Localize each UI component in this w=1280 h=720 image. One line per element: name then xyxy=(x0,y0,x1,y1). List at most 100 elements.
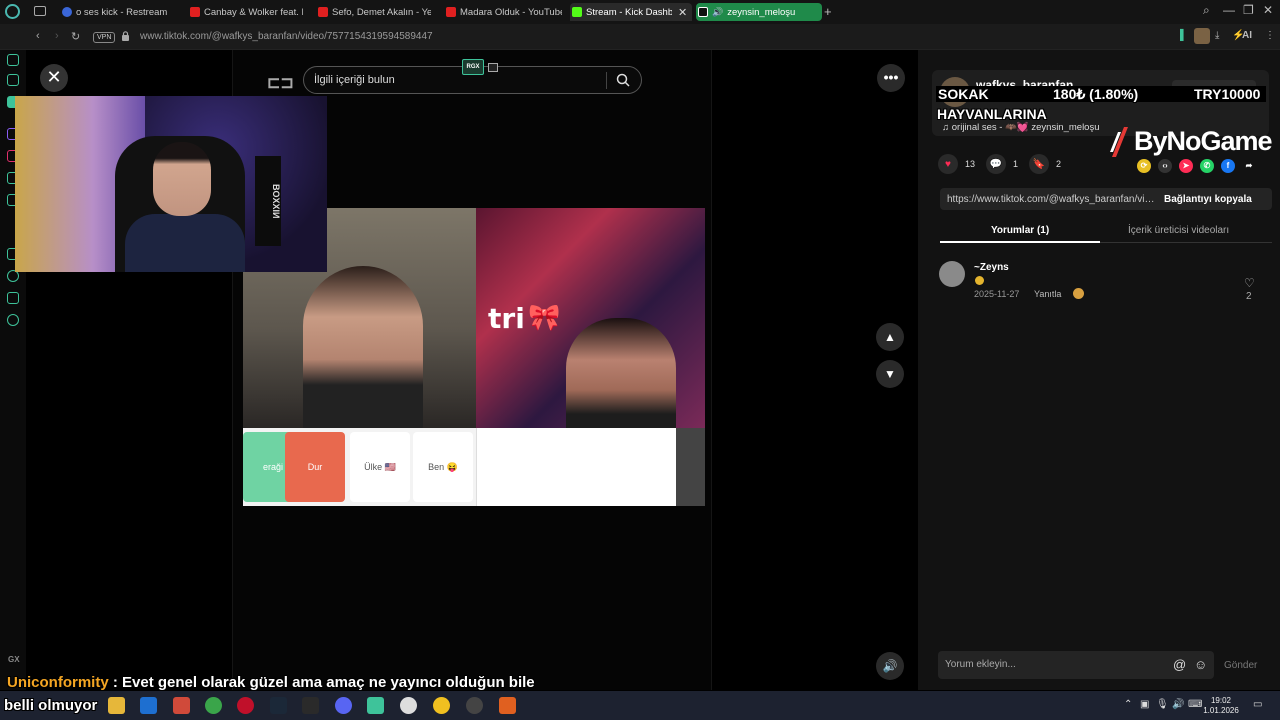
comment-action[interactable]: 💬 1 xyxy=(986,154,1018,174)
forward-icon[interactable]: › xyxy=(55,30,59,42)
app-icon[interactable] xyxy=(367,697,384,714)
donation-line-1-left: SOKAK xyxy=(938,86,989,102)
close-viewer-button[interactable]: ✕ xyxy=(40,64,68,92)
search-icon[interactable] xyxy=(616,73,630,87)
close-window-icon[interactable]: ✕ xyxy=(1263,3,1273,17)
emoji-icon[interactable]: ☺ xyxy=(1194,657,1207,672)
search-input[interactable]: İlgili içeriği bulun xyxy=(314,74,395,86)
tab-madara-olduk[interactable]: Madara Olduk - YouTube xyxy=(444,3,562,21)
send-comment-button[interactable]: Gönder xyxy=(1224,660,1257,671)
donation-line-2: HAYVANLARINA xyxy=(937,106,1047,122)
tab-comments[interactable]: Yorumlar (1) xyxy=(991,225,1049,236)
close-tab-icon[interactable]: ✕ xyxy=(678,6,687,19)
discord-taskbar-icon[interactable] xyxy=(335,697,352,714)
epic-games-icon[interactable] xyxy=(302,697,319,714)
lock-icon[interactable] xyxy=(121,31,130,41)
commenter-avatar[interactable] xyxy=(939,261,965,287)
download-icon[interactable]: ⤓ xyxy=(1215,30,1219,41)
embed-icon[interactable]: ‹› xyxy=(1158,159,1172,173)
tab-kick-dashboard[interactable]: Stream - Kick Dashboa ✕ xyxy=(570,3,692,21)
chat-username: Uniconformity xyxy=(7,674,109,691)
repost-icon[interactable]: ⟳ xyxy=(1137,159,1151,173)
volume-button[interactable]: 🔊 xyxy=(876,652,904,680)
tab-restream[interactable]: o ses kick - Restream xyxy=(60,3,180,21)
chat-text: : Evet genel olarak güzel ama amaç ne ya… xyxy=(112,674,535,691)
comment-heart-icon[interactable]: ♡ xyxy=(1244,276,1255,290)
app-icon[interactable] xyxy=(466,697,483,714)
streamer-body xyxy=(125,214,245,272)
boxing-bag-text: BOXXIИ xyxy=(255,156,281,246)
steam-icon[interactable] xyxy=(270,697,287,714)
new-tab-icon[interactable]: + xyxy=(824,4,832,19)
microphone-icon[interactable]: 🎙 xyxy=(1156,699,1169,710)
opera-logo-icon[interactable] xyxy=(5,4,20,19)
settings-icon[interactable] xyxy=(7,314,19,326)
file-explorer-icon[interactable] xyxy=(108,697,125,714)
notifications-icon[interactable]: ▭ xyxy=(1253,699,1262,710)
volume-tray-icon[interactable]: 🔊 xyxy=(1172,699,1184,710)
video-chip: Dur xyxy=(285,432,345,502)
address-bar: ‹ › ↻ VPN www.tiktok.com/@wafkys_baranfa… xyxy=(0,24,1280,50)
tab-label: Madara Olduk - YouTube xyxy=(460,6,562,18)
share-icon[interactable]: ➦ xyxy=(1242,159,1256,173)
next-video-button[interactable]: ▼ xyxy=(876,360,904,388)
opera-gx-icon[interactable] xyxy=(237,697,254,714)
tray-app-icon[interactable]: ▣ xyxy=(1140,699,1149,710)
sidebar-panel-icon[interactable]: ▌ xyxy=(1180,30,1187,41)
menu-icon[interactable]: ⋮ xyxy=(1265,30,1275,41)
tab-canbay-wolker[interactable]: Canbay & Wolker feat. Hei xyxy=(188,3,303,21)
facebook-icon[interactable]: f xyxy=(1221,159,1235,173)
url-field[interactable]: www.tiktok.com/@wafkys_baranfan/video/75… xyxy=(140,31,433,42)
bookmark-icon[interactable]: 🔖 xyxy=(1029,154,1049,174)
chrome-icon[interactable] xyxy=(205,697,222,714)
previous-video-button[interactable]: ▲ xyxy=(876,323,904,351)
extensions-icon[interactable] xyxy=(7,292,19,304)
ai-sidebar-icon[interactable] xyxy=(7,54,19,66)
video-right-cam: tri 🎀 xyxy=(476,208,705,438)
more-options-button[interactable]: ••• xyxy=(877,64,905,92)
speaker-icon[interactable]: 🔊 xyxy=(712,7,723,18)
pip-icon[interactable] xyxy=(488,63,498,72)
save-action[interactable]: 🔖 2 xyxy=(1029,154,1061,174)
tab-label: o ses kick - Restream xyxy=(76,6,168,18)
system-clock[interactable]: 19:02 1.01.2026 xyxy=(1199,696,1243,716)
comment-icon[interactable]: 💬 xyxy=(986,154,1006,174)
capcut-logo-icon[interactable]: ⊏⊐ xyxy=(267,73,295,93)
workspaces-icon[interactable] xyxy=(34,6,46,16)
reload-icon[interactable]: ↻ xyxy=(71,30,80,43)
search-tabs-icon[interactable]: ⌕ xyxy=(1203,3,1210,18)
gx-logo: GX xyxy=(8,655,20,664)
back-icon[interactable]: ‹ xyxy=(36,30,40,42)
kick-icon xyxy=(572,7,582,17)
copy-link-button[interactable]: Bağlantıyı kopyala xyxy=(1164,194,1252,205)
comment-input-box[interactable]: Yorum ekleyin... @ ☺ xyxy=(938,651,1214,679)
mention-icon[interactable]: @ xyxy=(1173,657,1186,672)
comment-input[interactable]: Yorum ekleyin... xyxy=(945,659,1016,670)
streamer-figure xyxy=(566,318,676,438)
sound-link[interactable]: ♫ orijinal ses - 🦇💓 zeynsin_meloşu xyxy=(942,122,1100,133)
heart-icon[interactable]: ♥ xyxy=(938,154,958,174)
restore-icon[interactable]: ❐ xyxy=(1243,3,1254,17)
rgx-extension-badge[interactable]: RGX xyxy=(462,59,484,75)
vpn-badge[interactable]: VPN xyxy=(93,32,116,43)
minimize-icon[interactable]: — xyxy=(1223,3,1235,17)
speed-dial-icon[interactable] xyxy=(7,74,19,86)
tab-tiktok-zeynsin[interactable]: 🔊 zeynsin_meloşu xyxy=(696,3,822,21)
app-icon[interactable] xyxy=(499,697,516,714)
tab-sefo[interactable]: Sefo, Demet Akalın - Yerin xyxy=(316,3,431,21)
ai-button[interactable]: AI xyxy=(1242,30,1252,41)
like-action[interactable]: ♥ 13 xyxy=(938,154,975,174)
tray-expand-icon[interactable]: ⌃ xyxy=(1124,699,1132,710)
send-to-friends-icon[interactable]: ➤ xyxy=(1179,159,1193,173)
video-link-field[interactable]: https://www.tiktok.com/@wafkys_baranfan/… xyxy=(947,194,1159,205)
whatsapp-icon[interactable]: ✆ xyxy=(1200,159,1214,173)
profile-avatar[interactable] xyxy=(1194,28,1210,44)
app-icon[interactable] xyxy=(433,697,450,714)
commenter-username[interactable]: ~Zeyns xyxy=(974,262,1009,273)
outlook-icon[interactable] xyxy=(140,697,157,714)
browser-tab-bar: o ses kick - Restream Canbay & Wolker fe… xyxy=(0,0,1280,24)
tab-creator-videos[interactable]: İçerik üreticisi videoları xyxy=(1128,225,1229,236)
ms-store-icon[interactable] xyxy=(173,697,190,714)
reply-link[interactable]: Yanıtla xyxy=(1034,289,1061,299)
obs-icon[interactable] xyxy=(400,697,417,714)
